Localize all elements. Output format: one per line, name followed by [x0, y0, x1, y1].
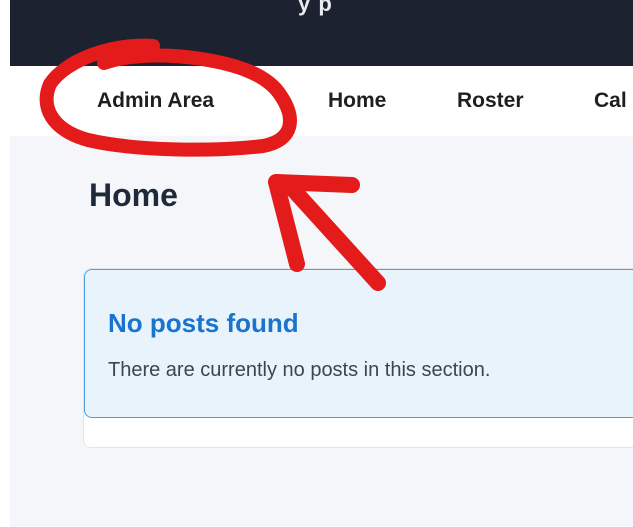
nav-item-roster[interactable]: Roster: [457, 89, 524, 113]
main-navigation: Admin Area Home Roster Cal: [10, 66, 633, 136]
site-title: y p: [298, 0, 333, 16]
nav-item-home[interactable]: Home: [328, 89, 386, 113]
alert-title: No posts found: [108, 308, 299, 338]
site-header-bar: y p: [10, 0, 633, 66]
empty-posts-alert: No posts found There are currently no po…: [84, 269, 633, 418]
posts-card: No posts found There are currently no po…: [83, 268, 633, 448]
main-content: Home No posts found There are currently …: [10, 136, 633, 527]
nav-item-calendar[interactable]: Cal: [594, 89, 627, 113]
alert-message: There are currently no posts in this sec…: [108, 359, 491, 381]
page-title: Home: [89, 177, 178, 213]
nav-item-admin-area[interactable]: Admin Area: [97, 89, 214, 113]
